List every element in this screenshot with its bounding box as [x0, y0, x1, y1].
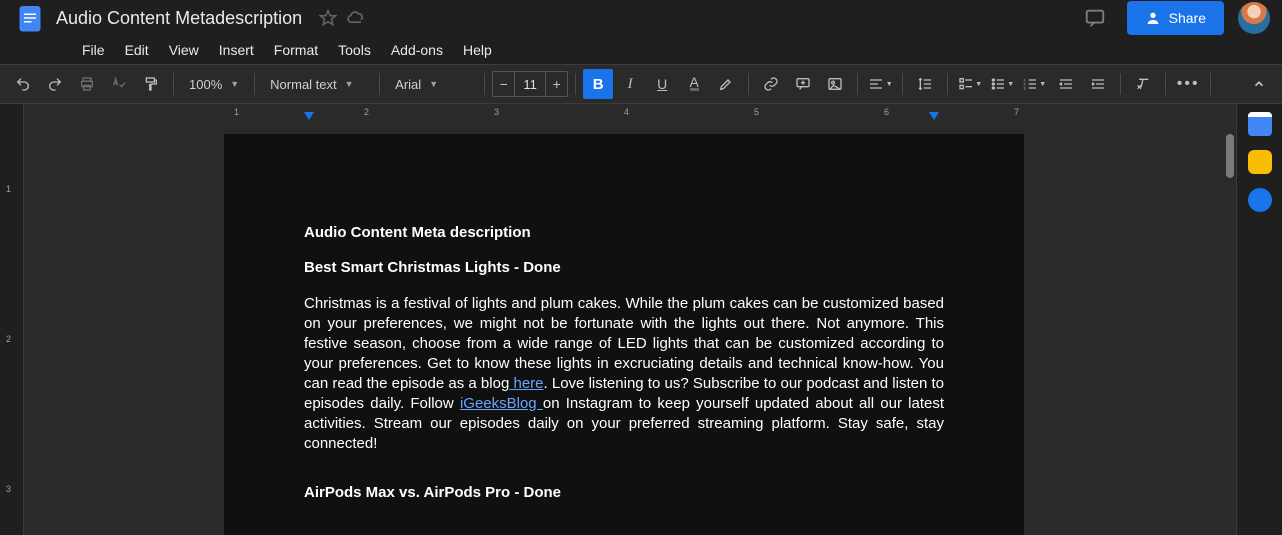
- align-button[interactable]: ▼: [865, 69, 895, 99]
- paint-format-button[interactable]: [136, 69, 166, 99]
- font-size-control: − 11 +: [492, 71, 568, 97]
- font-dropdown[interactable]: Arial▼: [387, 71, 477, 97]
- highlight-button[interactable]: [711, 69, 741, 99]
- link-here[interactable]: here: [509, 375, 543, 392]
- undo-button[interactable]: [8, 69, 38, 99]
- insert-comment-button[interactable]: [788, 69, 818, 99]
- menu-tools[interactable]: Tools: [328, 38, 381, 62]
- avatar[interactable]: [1238, 2, 1270, 34]
- insert-link-button[interactable]: [756, 69, 786, 99]
- docs-app-icon[interactable]: [12, 0, 48, 36]
- insert-image-button[interactable]: [820, 69, 850, 99]
- print-button[interactable]: [72, 69, 102, 99]
- menu-view[interactable]: View: [159, 38, 209, 62]
- menu-file[interactable]: File: [72, 38, 115, 62]
- page-subtitle: Best Smart Christmas Lights - Done: [304, 259, 944, 276]
- menu-edit[interactable]: Edit: [115, 38, 159, 62]
- star-icon[interactable]: [318, 8, 338, 28]
- doc-title[interactable]: Audio Content Metadescription: [56, 8, 302, 29]
- svg-text:3: 3: [1024, 85, 1027, 90]
- clear-formatting-button[interactable]: [1128, 69, 1158, 99]
- body-paragraph: Christmas is a festival of lights and pl…: [304, 294, 944, 454]
- style-dropdown[interactable]: Normal text▼: [262, 71, 372, 97]
- indent-increase-button[interactable]: [1083, 69, 1113, 99]
- page-subtitle-2: AirPods Max vs. AirPods Pro - Done: [304, 484, 944, 501]
- toolbar: 100%▼ Normal text▼ Arial▼ − 11 + B I U A…: [0, 64, 1282, 104]
- indent-marker-left-icon[interactable]: [304, 112, 314, 120]
- side-panel: [1236, 104, 1282, 535]
- horizontal-ruler: 1 2 3 4 5 6 7: [24, 104, 1236, 122]
- vertical-ruler: 1 2 3: [0, 104, 24, 535]
- bullet-list-button[interactable]: ▼: [987, 69, 1017, 99]
- numbered-list-button[interactable]: 123▼: [1019, 69, 1049, 99]
- underline-button[interactable]: U: [647, 69, 677, 99]
- vertical-scrollbar[interactable]: [1226, 134, 1234, 178]
- link-igeeksblog[interactable]: iGeeksBlog: [460, 395, 543, 412]
- menu-help[interactable]: Help: [453, 38, 502, 62]
- collapse-toolbar-button[interactable]: [1244, 69, 1274, 99]
- menu-addons[interactable]: Add-ons: [381, 38, 453, 62]
- text-color-button[interactable]: A: [679, 69, 709, 99]
- bold-button[interactable]: B: [583, 69, 613, 99]
- font-size-increase[interactable]: +: [545, 72, 567, 96]
- calendar-addon-icon[interactable]: [1248, 112, 1272, 136]
- menu-insert[interactable]: Insert: [209, 38, 264, 62]
- indent-marker-right-icon[interactable]: [929, 112, 939, 120]
- redo-button[interactable]: [40, 69, 70, 99]
- indent-decrease-button[interactable]: [1051, 69, 1081, 99]
- line-spacing-button[interactable]: [910, 69, 940, 99]
- zoom-dropdown[interactable]: 100%▼: [181, 71, 247, 97]
- spellcheck-button[interactable]: [104, 69, 134, 99]
- checklist-button[interactable]: ▼: [955, 69, 985, 99]
- menubar: File Edit View Insert Format Tools Add-o…: [0, 36, 1282, 64]
- page-title: Audio Content Meta description: [304, 224, 944, 241]
- font-size-value[interactable]: 11: [515, 77, 545, 92]
- menu-format[interactable]: Format: [264, 38, 328, 62]
- more-tools-button[interactable]: •••: [1173, 69, 1203, 99]
- cloud-saved-icon[interactable]: [346, 8, 366, 28]
- italic-button[interactable]: I: [615, 69, 645, 99]
- share-button[interactable]: Share: [1127, 1, 1224, 35]
- document-page[interactable]: Audio Content Meta description Best Smar…: [224, 134, 1024, 535]
- font-size-decrease[interactable]: −: [493, 72, 515, 96]
- comments-icon[interactable]: [1077, 0, 1113, 36]
- keep-addon-icon[interactable]: [1248, 150, 1272, 174]
- share-label: Share: [1169, 10, 1206, 26]
- tasks-addon-icon[interactable]: [1248, 188, 1272, 212]
